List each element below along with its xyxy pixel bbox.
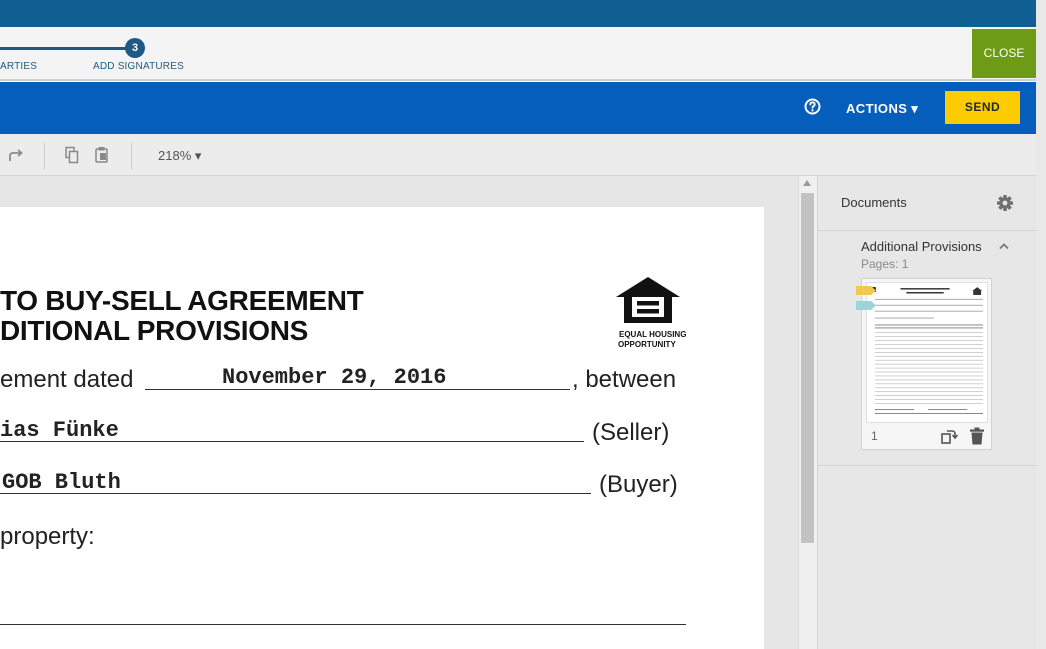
redo-icon[interactable]: [7, 146, 25, 164]
window-edge: [1036, 0, 1046, 649]
signer-tag-blue-icon[interactable]: [856, 301, 876, 310]
step-3-indicator[interactable]: 3: [125, 38, 145, 58]
document-name[interactable]: Additional Provisions: [861, 239, 985, 254]
send-button[interactable]: SEND: [945, 91, 1020, 124]
step-parties-label[interactable]: ARTIES: [0, 61, 37, 72]
editor-toolbar: [0, 134, 1036, 176]
step-add-signatures-label[interactable]: ADD SIGNATURES: [93, 61, 184, 72]
buyer-underline: [0, 493, 591, 494]
step-progress-line: [0, 47, 126, 50]
seller-label: (Seller): [592, 419, 670, 446]
scroll-up-arrow-icon[interactable]: [803, 180, 811, 186]
seller-name-value: ias Fünke: [0, 418, 119, 443]
gear-icon[interactable]: [996, 194, 1014, 212]
close-button[interactable]: CLOSE: [972, 29, 1036, 78]
buyer-label: (Buyer): [599, 471, 678, 498]
steps-bar: [0, 27, 1036, 81]
rotate-page-icon[interactable]: [940, 427, 958, 445]
help-icon[interactable]: [804, 98, 821, 115]
app-top-bar: [0, 0, 1036, 27]
actions-menu[interactable]: ACTIONS ▾: [846, 101, 918, 117]
page-thumbnail-image[interactable]: [866, 282, 988, 423]
equal-housing-logo: [616, 277, 680, 323]
property-label: property:: [0, 523, 95, 550]
buyer-name-value: GOB Bluth: [2, 470, 121, 495]
document-title-line-2: DITIONAL PROVISIONS: [0, 315, 309, 346]
copy-icon[interactable]: [64, 146, 80, 164]
between-label: , between: [572, 366, 677, 393]
equal-housing-text-line-2: OPPORTUNITY: [618, 340, 676, 349]
toolbar-separator: [131, 143, 132, 169]
document-title-line-1: TO BUY-SELL AGREEMENT: [0, 285, 364, 316]
toolbar-separator: [44, 143, 45, 169]
agreement-dated-label: ement dated: [0, 366, 134, 393]
zoom-select[interactable]: 218% ▾: [158, 148, 201, 164]
documents-title: Documents: [841, 195, 907, 210]
sidebar-divider: [817, 230, 1036, 231]
equal-housing-text-line-1: EQUAL HOUSING: [619, 330, 687, 339]
thumbnail-page-number: 1: [871, 429, 878, 443]
paste-icon[interactable]: [94, 146, 110, 164]
signer-tag-yellow-icon[interactable]: [856, 286, 876, 295]
chevron-up-icon[interactable]: [998, 241, 1010, 251]
property-underline: [0, 624, 686, 625]
trash-icon[interactable]: [969, 427, 985, 445]
agreement-date-value: November 29, 2016: [222, 365, 447, 390]
scrollbar-thumb[interactable]: [801, 193, 814, 543]
sidebar-divider: [817, 465, 1036, 466]
page-count: Pages: 1: [861, 257, 909, 271]
seller-underline: [0, 441, 584, 442]
